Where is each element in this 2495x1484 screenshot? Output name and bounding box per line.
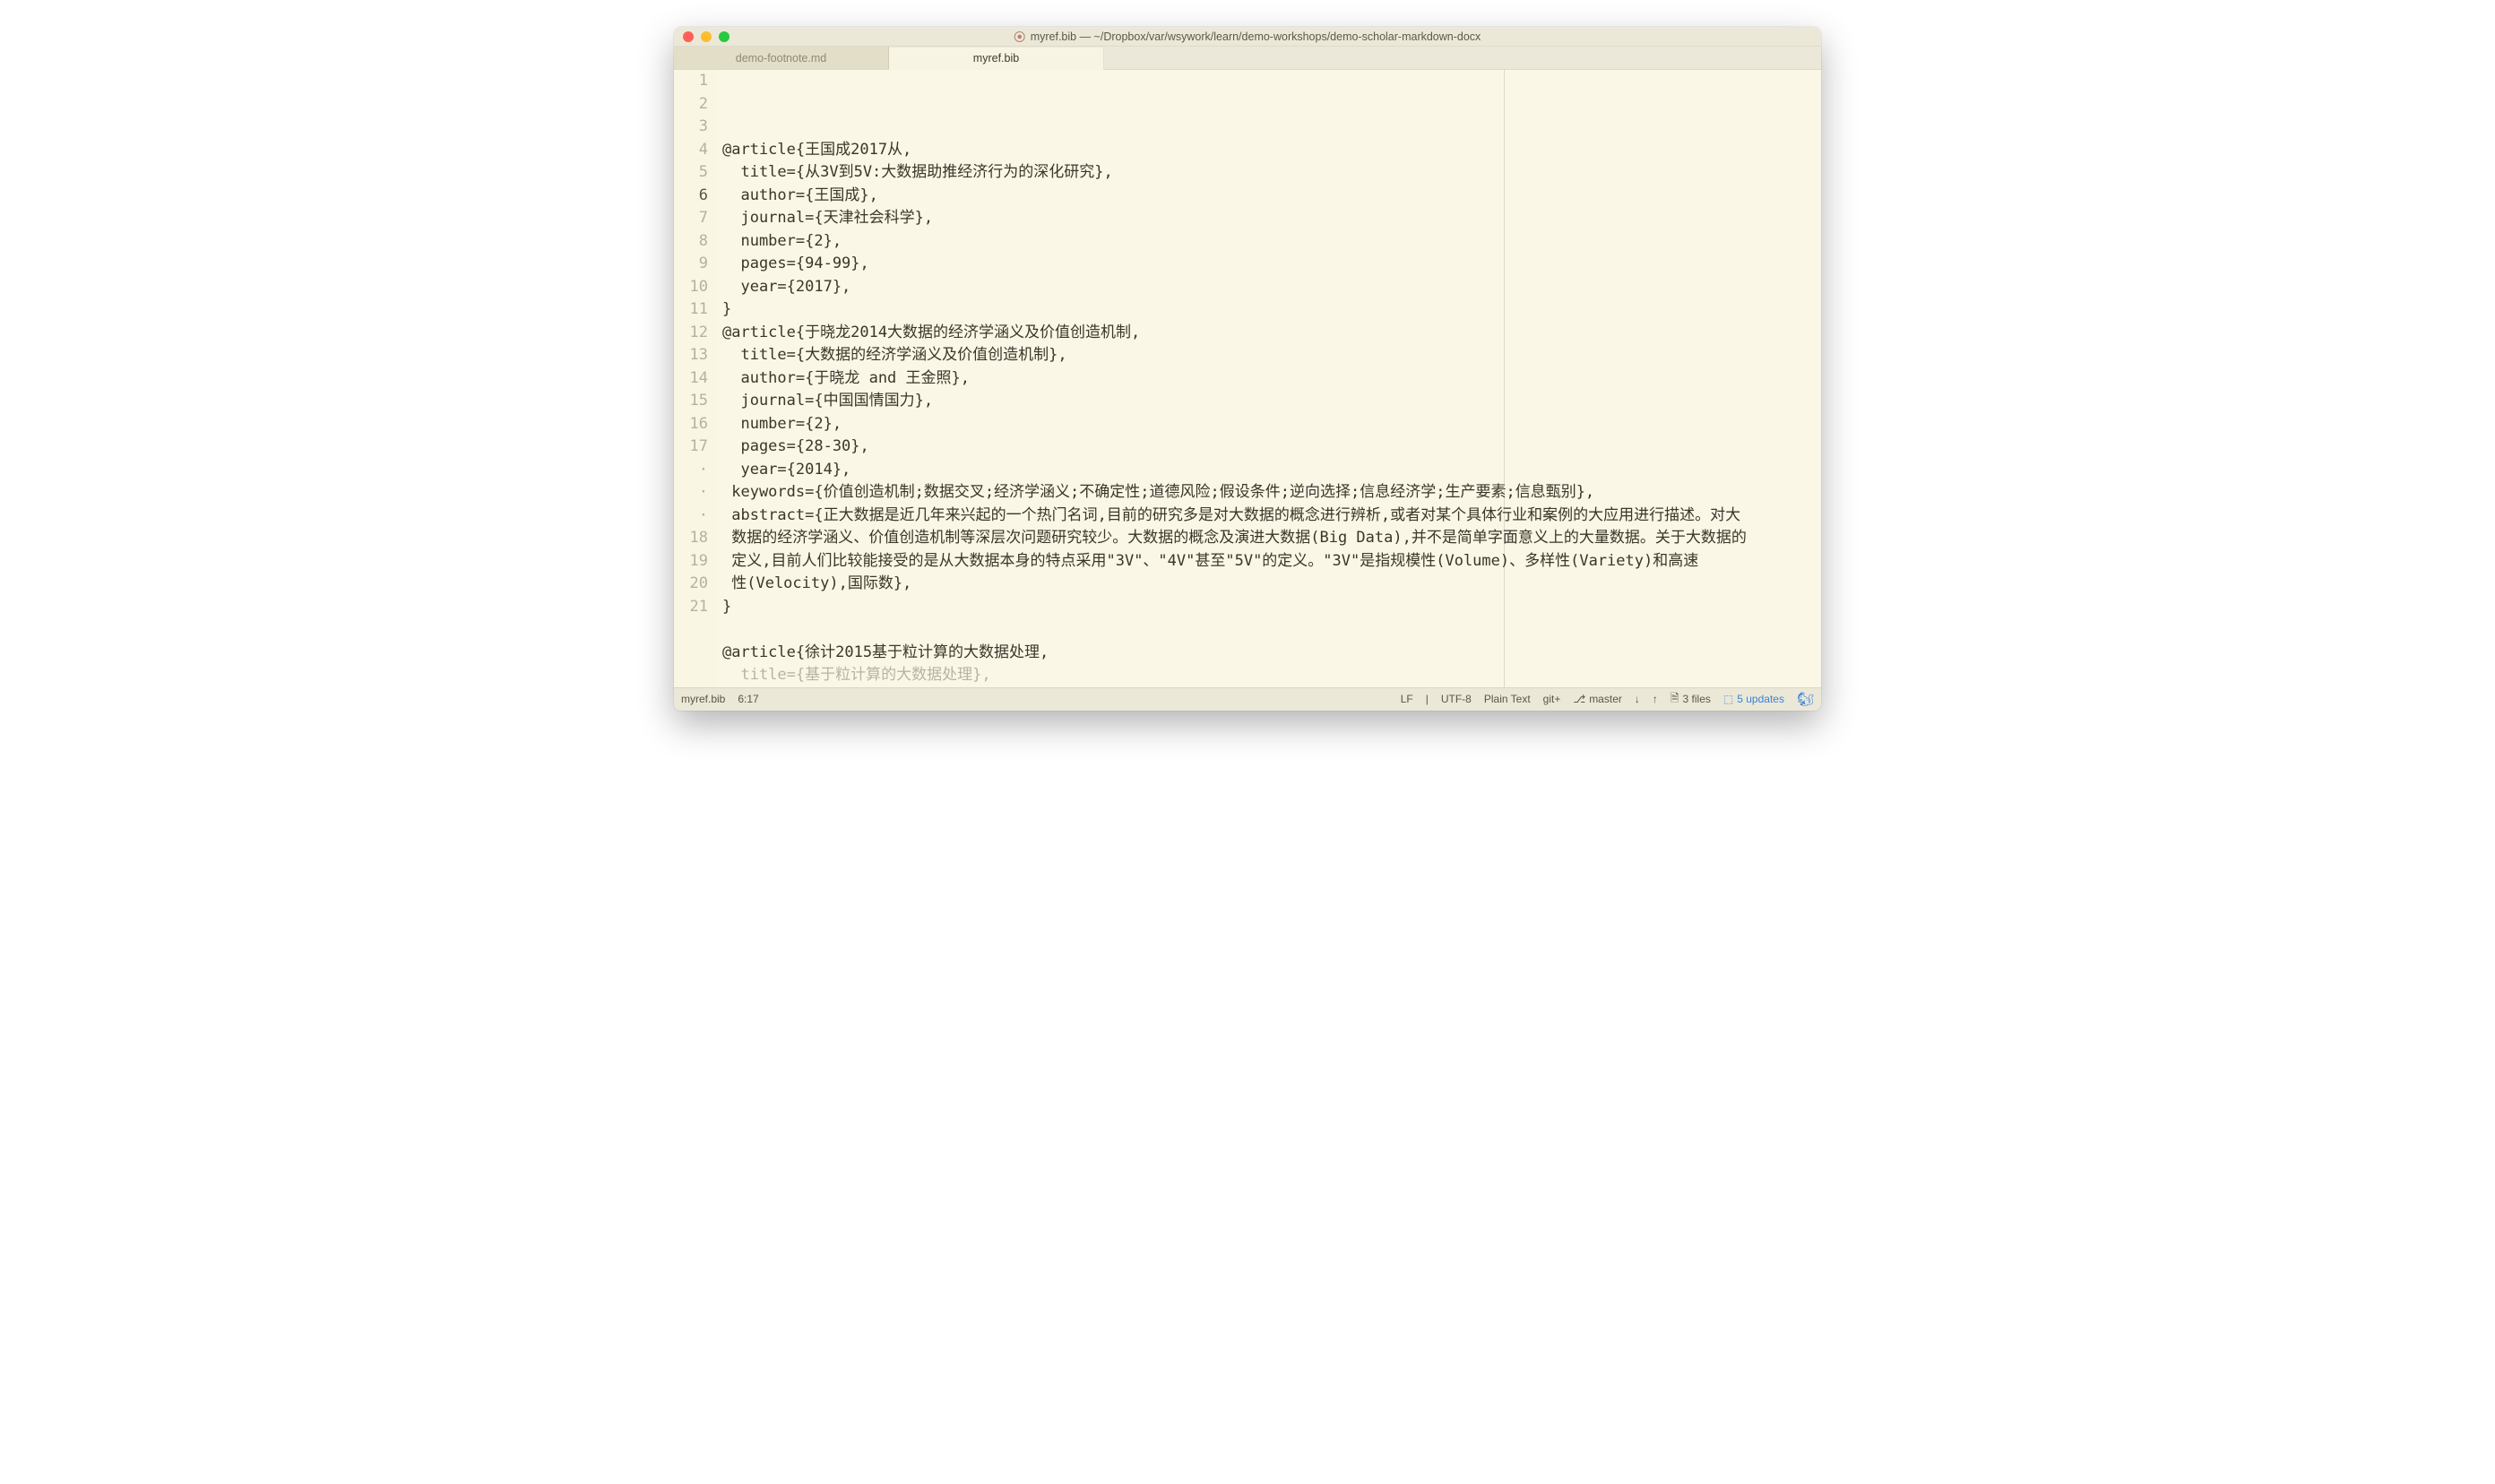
arrow-down-icon <box>1635 693 1640 705</box>
line-number: 13 <box>674 344 708 367</box>
code-line[interactable]: year={2014}, <box>722 459 1821 482</box>
line-number: 20 <box>674 573 708 596</box>
line-number: 18 <box>674 527 708 550</box>
line-number: 19 <box>674 550 708 574</box>
line-number: 14 <box>674 367 708 391</box>
status-push[interactable] <box>1653 693 1658 705</box>
tab-demo-footnote[interactable]: demo-footnote.md <box>674 47 889 69</box>
line-number-gutter: 1234567891011121314151617···18192021 <box>674 70 717 687</box>
code-line[interactable]: @article{于晓龙2014大数据的经济学涵义及价值创造机制, <box>722 322 1821 345</box>
line-number: 15 <box>674 390 708 413</box>
status-line-ending[interactable]: LF <box>1401 693 1413 705</box>
files-icon: 🗎 <box>1671 690 1679 709</box>
branch-icon <box>1573 693 1585 705</box>
line-number: 1 <box>674 70 708 93</box>
line-number: 12 <box>674 322 708 345</box>
editor-window: myref.bib — ~/Dropbox/var/wsywork/learn/… <box>674 27 1821 711</box>
tab-label: demo-footnote.md <box>736 52 826 65</box>
line-number: 9 <box>674 253 708 276</box>
line-number: 2 <box>674 93 708 116</box>
status-filename[interactable]: myref.bib <box>681 693 725 705</box>
line-number: 3 <box>674 116 708 139</box>
window-title-text: myref.bib — ~/Dropbox/var/wsywork/learn/… <box>1031 30 1481 43</box>
status-release-notes[interactable]: 🐿 <box>1797 691 1814 707</box>
code-line[interactable]: 数据的经济学涵义、价值创造机制等深层次问题研究较少。大数据的概念及演进大数据(B… <box>722 527 1821 550</box>
code-line[interactable]: @article{徐计2015基于粒计算的大数据处理, <box>722 642 1821 665</box>
line-number: 7 <box>674 207 708 230</box>
code-line[interactable]: year={2017}, <box>722 276 1821 299</box>
code-line[interactable]: journal={天津社会科学}, <box>722 207 1821 230</box>
line-number: 21 <box>674 596 708 619</box>
traffic-lights <box>674 31 730 42</box>
line-number: · <box>674 459 708 482</box>
code-line[interactable]: pages={94-99}, <box>722 253 1821 276</box>
code-line[interactable] <box>722 618 1821 642</box>
window-title: myref.bib — ~/Dropbox/var/wsywork/learn/… <box>1014 30 1481 43</box>
code-line[interactable]: number={2}, <box>722 413 1821 436</box>
status-fetch[interactable] <box>1635 693 1640 705</box>
tab-myref-bib[interactable]: myref.bib <box>889 47 1104 70</box>
status-bar: myref.bib 6:17 LF | UTF-8 Plain Text git… <box>674 687 1821 711</box>
minimize-window-button[interactable] <box>701 31 712 42</box>
code-line[interactable]: number={2}, <box>722 230 1821 254</box>
code-line[interactable]: pages={28-30}, <box>722 436 1821 459</box>
line-number: 11 <box>674 298 708 322</box>
code-line[interactable]: 定义,目前人们比较能接受的是从大数据本身的特点采用"3V"、"4V"甚至"5V"… <box>722 550 1821 574</box>
code-line[interactable]: } <box>722 596 1821 619</box>
code-line[interactable]: abstract={正大数据是近几年来兴起的一个热门名词,目前的研究多是对大数据… <box>722 505 1821 528</box>
code-line[interactable]: title={从3V到5V:大数据助推经济行为的深化研究}, <box>722 161 1821 185</box>
line-number: 16 <box>674 413 708 436</box>
line-number: · <box>674 505 708 528</box>
line-number: 6 <box>674 185 708 208</box>
status-git[interactable]: git+ <box>1543 693 1561 705</box>
line-number: 4 <box>674 139 708 162</box>
status-whitespace[interactable]: | <box>1426 693 1429 705</box>
code-line[interactable]: } <box>722 298 1821 322</box>
line-number: · <box>674 481 708 505</box>
code-line[interactable]: author={王国成}, <box>722 185 1821 208</box>
zoom-window-button[interactable] <box>719 31 730 42</box>
arrow-up-icon <box>1653 693 1658 705</box>
code-line[interactable]: author={于晓龙 and 王金照}, <box>722 367 1821 391</box>
code-line[interactable]: 性(Velocity),国际数}, <box>722 573 1821 596</box>
code-content[interactable]: @article{王国成2017从, title={从3V到5V:大数据助推经济… <box>717 70 1821 687</box>
app-icon <box>1014 31 1025 42</box>
status-syntax[interactable]: Plain Text <box>1484 693 1531 705</box>
tab-bar: demo-footnote.md myref.bib <box>674 47 1821 70</box>
status-cursor-position[interactable]: 6:17 <box>738 693 758 705</box>
code-line[interactable]: title={大数据的经济学涵义及价值创造机制}, <box>722 344 1821 367</box>
code-line[interactable]: journal={中国国情国力}, <box>722 390 1821 413</box>
line-number: 10 <box>674 276 708 299</box>
package-icon: ⬚ <box>1723 693 1733 705</box>
status-branch[interactable]: master <box>1573 693 1622 705</box>
wrap-guide <box>1504 70 1505 687</box>
status-files[interactable]: 🗎 3 files <box>1671 690 1711 709</box>
tab-label: myref.bib <box>973 52 1019 65</box>
status-encoding[interactable]: UTF-8 <box>1441 693 1472 705</box>
status-updates[interactable]: ⬚ 5 updates <box>1723 693 1784 705</box>
code-line[interactable]: title={基于粒计算的大数据处理}, <box>722 664 1821 687</box>
line-number: 8 <box>674 230 708 254</box>
editor-area[interactable]: 1234567891011121314151617···18192021 @ar… <box>674 70 1821 687</box>
line-number: 17 <box>674 436 708 459</box>
code-line[interactable]: keywords={价值创造机制;数据交叉;经济学涵义;不确定性;道德风险;假设… <box>722 481 1821 505</box>
close-window-button[interactable] <box>683 31 694 42</box>
code-line[interactable]: @article{王国成2017从, <box>722 139 1821 162</box>
line-number: 5 <box>674 161 708 185</box>
titlebar[interactable]: myref.bib — ~/Dropbox/var/wsywork/learn/… <box>674 27 1821 47</box>
